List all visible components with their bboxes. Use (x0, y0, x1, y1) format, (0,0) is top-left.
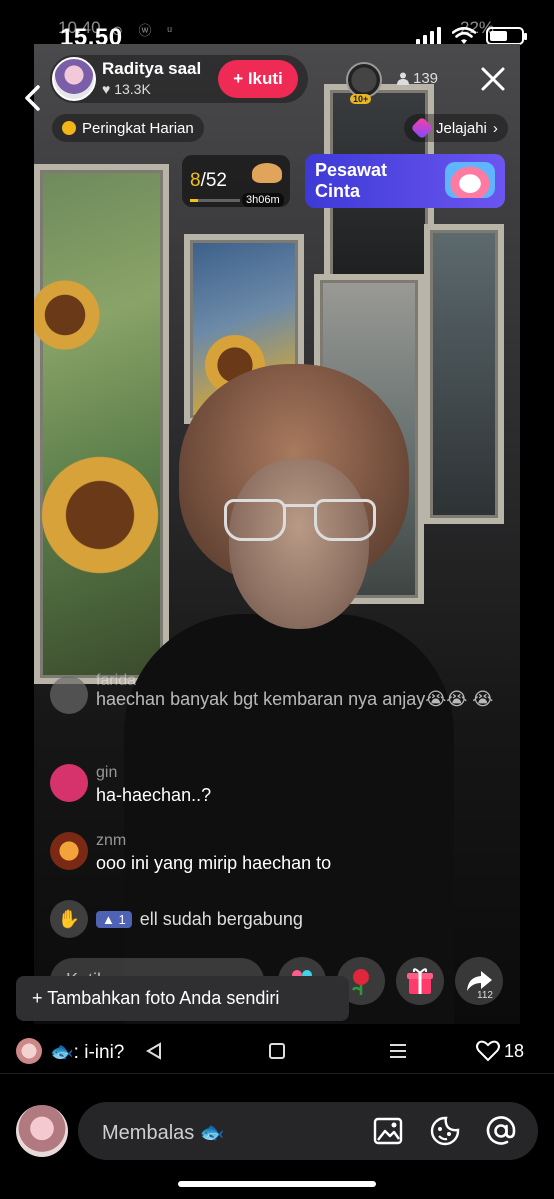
rose-icon (351, 969, 369, 995)
goal-progress-bar (190, 199, 240, 202)
chevron-right-icon: › (492, 119, 498, 137)
reply-avatar (16, 1038, 42, 1064)
composer-placeholder: Membalas 🐟 (102, 1122, 225, 1144)
gift-box-icon (407, 968, 433, 994)
chat-message: gin ha-haechan..? (50, 764, 211, 808)
chat-avatar[interactable] (50, 676, 88, 714)
battery-icon (486, 27, 527, 45)
person-icon (397, 72, 409, 85)
mention-icon[interactable] (486, 1116, 516, 1146)
chat-username: farida (96, 672, 137, 686)
ranking-label: Peringkat Harian (82, 119, 194, 137)
host-likes-count: 13.3K (114, 81, 151, 97)
gift-button[interactable] (396, 957, 444, 1005)
join-text: ell sudah bergabung (139, 908, 303, 929)
reply-composer[interactable]: Membalas 🐟 (78, 1102, 538, 1160)
nav-home-glyph-icon (269, 1043, 285, 1059)
chat-username: gin (96, 764, 118, 781)
explore-label: Jelajahi (436, 119, 487, 137)
heart-outline-icon (476, 1040, 500, 1062)
ranking-icon (62, 121, 76, 135)
nav-back-glyph-icon (146, 1042, 161, 1060)
wifi-icon (452, 27, 476, 44)
signal-icon (416, 27, 441, 45)
love-plane-icon (445, 162, 495, 198)
explore-pill[interactable]: Jelajahi › (404, 114, 508, 142)
gift-goal[interactable]: 8/52 3h06m (182, 155, 290, 207)
user-avatar[interactable] (16, 1105, 68, 1157)
chat-text: haechan banyak bgt kembaran nya anjay😭😭 … (96, 689, 494, 709)
image-icon[interactable] (373, 1116, 403, 1146)
join-notice: ✋ ▲ 1 ell sudah bergabung (50, 900, 303, 938)
home-indicator (178, 1181, 376, 1187)
top-viewer-badge: 10+ (350, 94, 372, 104)
viewer-count-label: 139 (413, 70, 439, 87)
heart-icon: ♥ (102, 81, 111, 97)
reply-like[interactable]: 18 (476, 1040, 524, 1062)
host-name: Raditya saal (102, 59, 202, 78)
chat-message: znm ooo ini yang mirip haechan to (50, 832, 331, 876)
share-count: 112 (477, 990, 493, 1001)
explore-icon (410, 116, 434, 140)
daily-ranking-pill[interactable]: Peringkat Harian (52, 114, 204, 142)
reply-text: 🐟: i-ini? (50, 1042, 125, 1063)
sticker-icon[interactable] (430, 1116, 460, 1146)
share-button[interactable]: 112 (455, 957, 503, 1005)
follow-button[interactable]: + Ikuti (218, 60, 298, 98)
back-chevron-icon[interactable] (20, 84, 46, 112)
top-viewer-avatar[interactable]: 10+ (346, 62, 382, 104)
level-badge: ▲ 1 (96, 910, 132, 928)
chat-avatar[interactable] (50, 832, 88, 870)
chat-text: ooo ini yang mirip haechan to (96, 853, 332, 873)
nav-menu-glyph-icon (390, 1044, 406, 1058)
goal-timer: 3h06m (242, 193, 284, 207)
host-likes: ♥ 13.3K (102, 81, 151, 97)
event-title: Pesawat Cinta (315, 160, 388, 201)
event-banner[interactable]: Pesawat Cinta (305, 154, 505, 208)
replied-message[interactable]: 🐟: i-ini? 18 (0, 1030, 554, 1074)
wave-hand-icon: ✋ (50, 900, 88, 938)
hat-gift-icon (252, 163, 282, 183)
chat-message: farida haechan banyak bgt kembaran nya a… (50, 672, 516, 714)
goal-count: 8/52 (190, 170, 227, 191)
chat-text: ha-haechan..? (96, 785, 212, 805)
viewer-count[interactable]: 139 (397, 70, 438, 87)
close-icon[interactable] (480, 66, 506, 92)
chat-username: znm (96, 832, 127, 849)
host-avatar[interactable] (52, 57, 96, 101)
chat-avatar[interactable] (50, 764, 88, 802)
add-photo-button[interactable]: + Tambahkan foto Anda sendiri (16, 976, 349, 1021)
heart-count: 18 (504, 1040, 525, 1061)
